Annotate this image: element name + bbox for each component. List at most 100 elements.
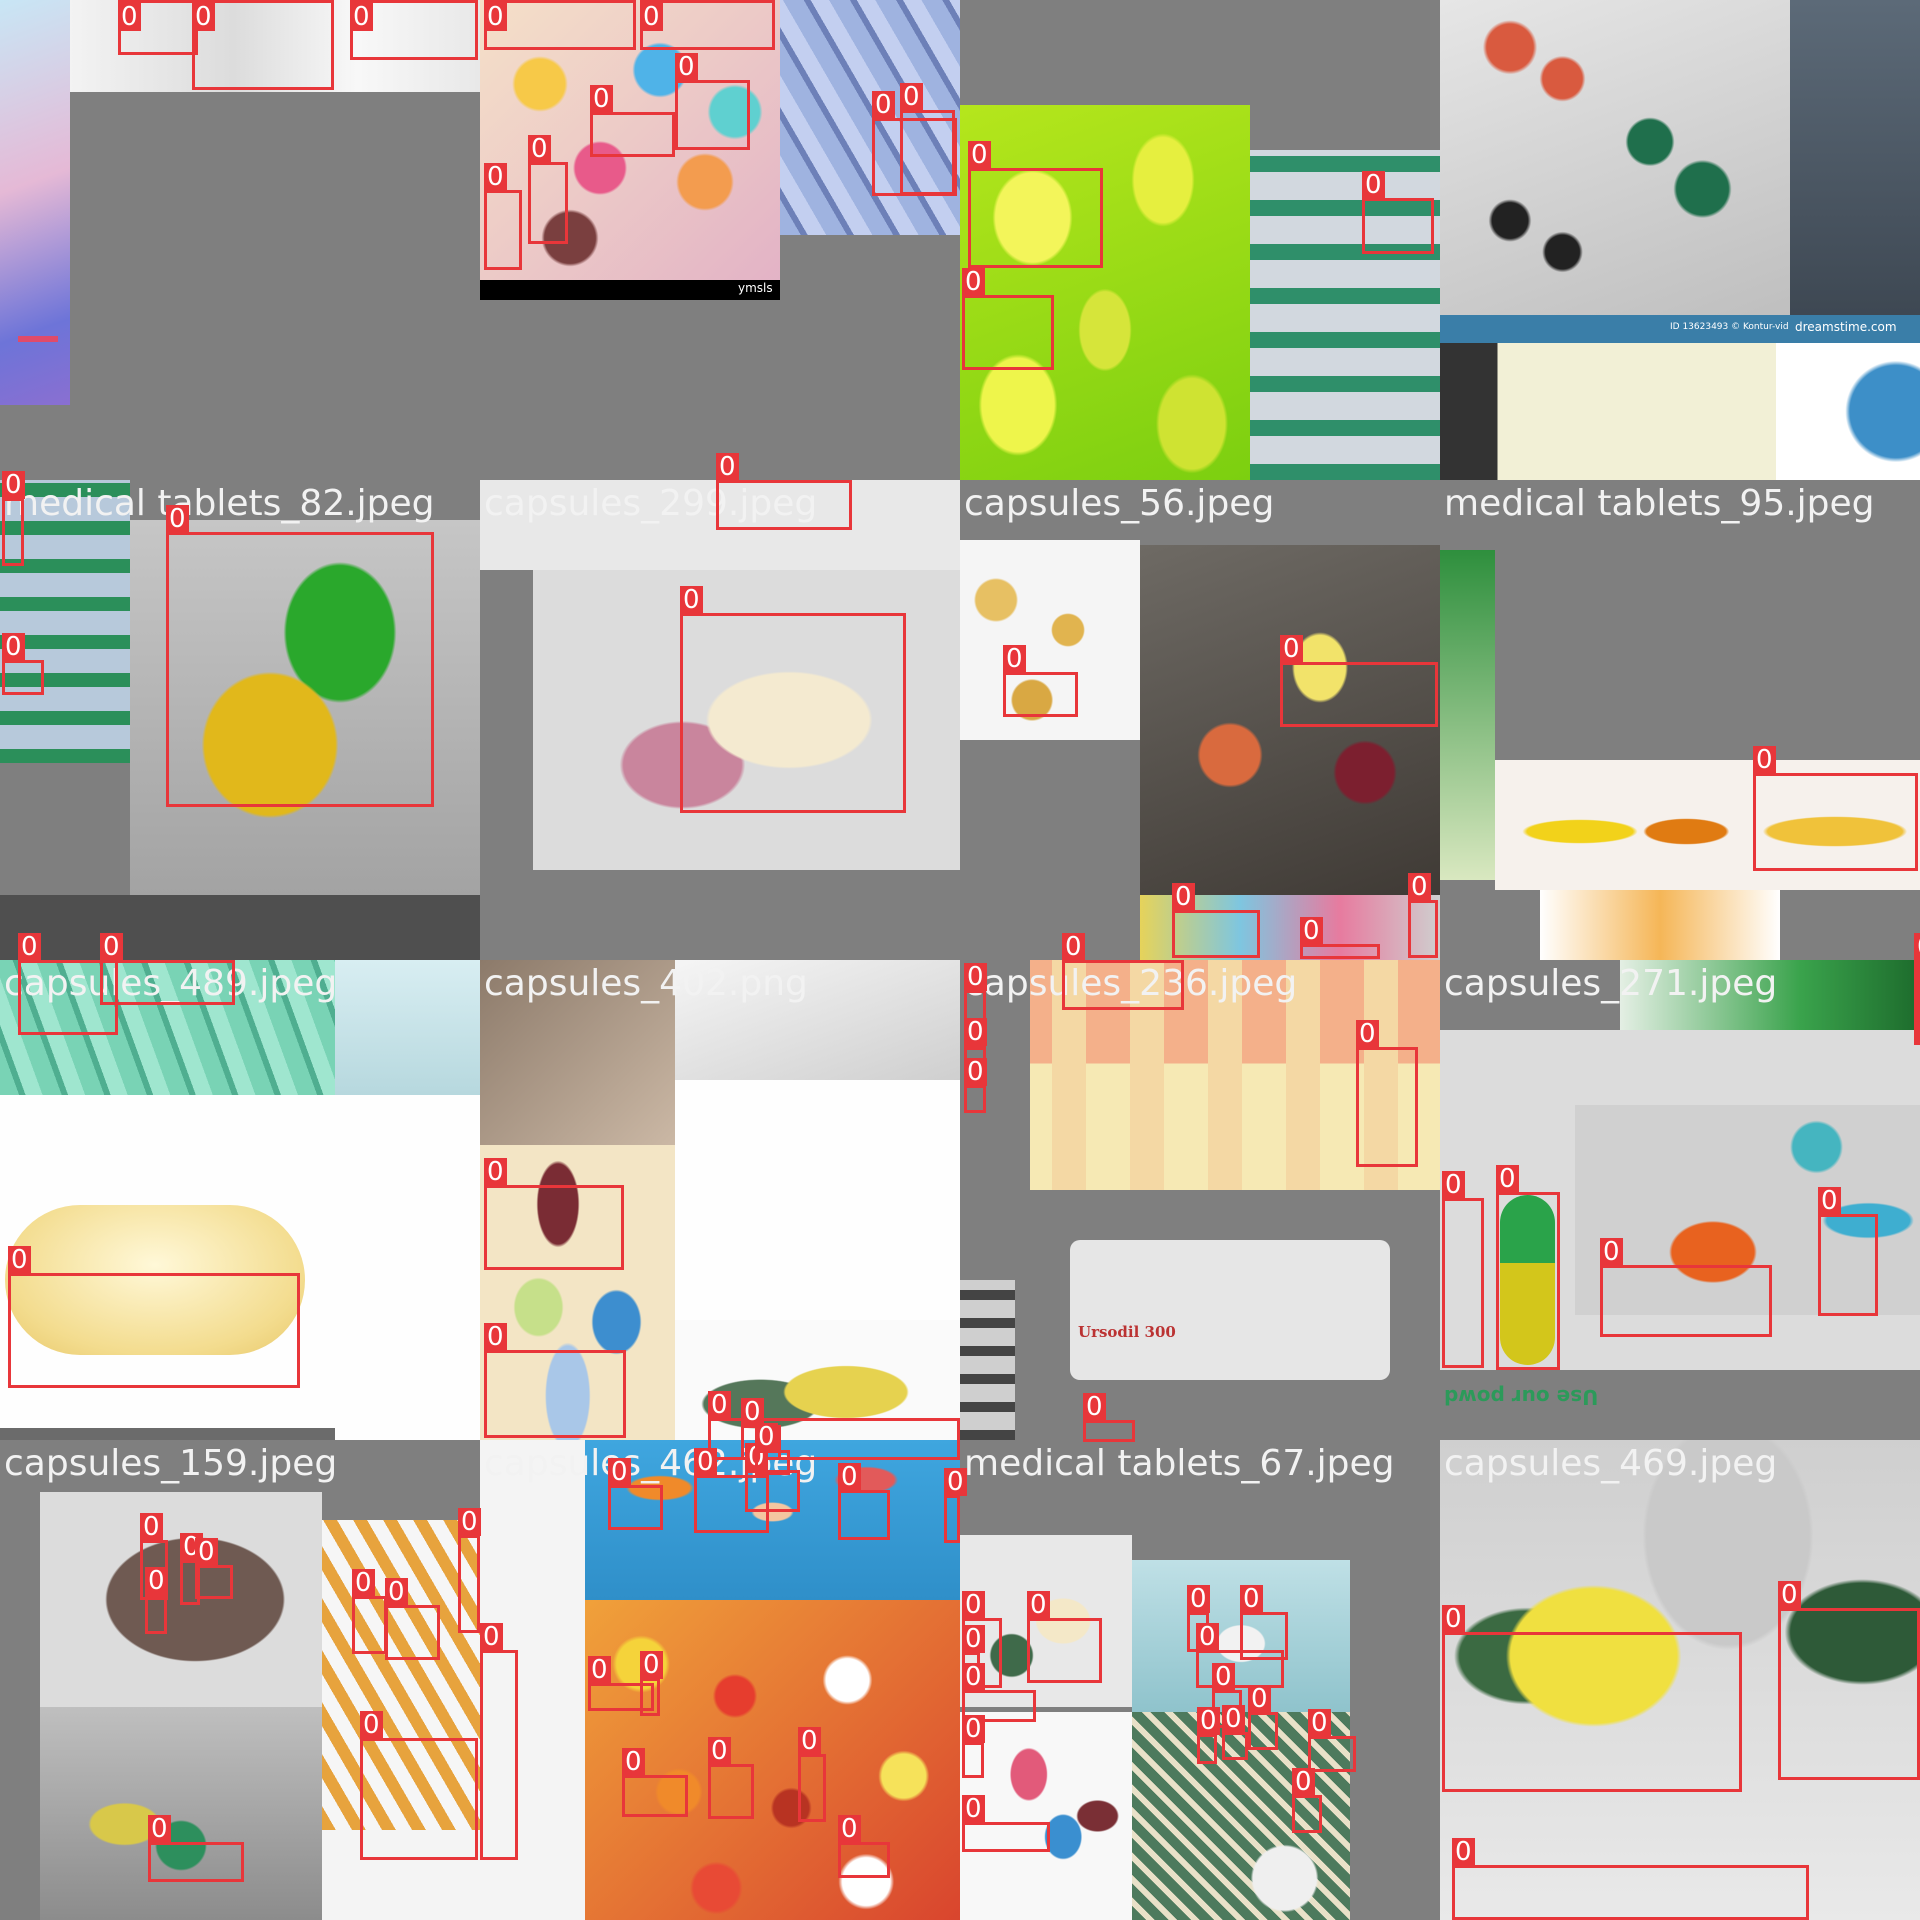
- bounding-box: 0: [484, 1158, 624, 1270]
- class-label: 0: [484, 163, 507, 191]
- class-label: 0: [1442, 1605, 1465, 1633]
- bounding-box: 0: [1442, 1605, 1742, 1792]
- photo-promo-text: Use our powd: [1444, 1385, 1599, 1409]
- class-label: 0: [962, 1663, 985, 1691]
- class-label: 0: [640, 1651, 663, 1679]
- tile-caption: capsules_159.jpeg: [4, 1443, 338, 1484]
- class-label: 0: [1222, 1705, 1245, 1733]
- bounding-box: 0: [1196, 1623, 1284, 1688]
- photo-oil-dropper: [1440, 343, 1920, 480]
- bounding-box: 0: [480, 1623, 518, 1860]
- class-label: 0: [118, 3, 141, 31]
- mosaic-tile: medical tablets_95.jpeg: [1440, 480, 1920, 960]
- class-label: 0: [480, 1623, 503, 1651]
- bounding-box: 0: [1818, 1187, 1878, 1316]
- mosaic-grid: ymsls ID 13623493 © Kontur-vid dreamstim…: [0, 0, 1920, 1920]
- class-label: 0: [962, 1625, 985, 1653]
- bounding-box: 0: [1003, 645, 1078, 717]
- class-label: 0: [1197, 1707, 1220, 1735]
- bounding-box: 0: [458, 1508, 481, 1633]
- bounding-box: 0: [944, 1468, 967, 1543]
- bounding-box: 0: [166, 505, 434, 807]
- class-label: 0: [838, 1463, 861, 1491]
- bounding-box: 0: [484, 0, 636, 50]
- class-label: 0: [148, 1815, 171, 1843]
- class-label: 0: [484, 3, 507, 31]
- class-label: 0: [2, 633, 25, 661]
- class-label: 0: [962, 268, 985, 296]
- class-label: 0: [100, 933, 123, 961]
- class-label: 0: [1442, 1171, 1465, 1199]
- bounding-box: 0: [675, 53, 750, 150]
- photo-dark-strip: [0, 1428, 335, 1440]
- bounding-box: 0: [640, 0, 775, 50]
- class-label: 0: [588, 1656, 611, 1684]
- class-label: 0: [484, 1158, 507, 1186]
- bounding-box: 0: [680, 586, 906, 813]
- class-label: 0: [1914, 933, 1920, 961]
- class-label: 0: [900, 83, 923, 111]
- class-label: 0: [1308, 1709, 1331, 1737]
- bounding-box: 0: [838, 1463, 890, 1540]
- class-label: 0: [708, 1737, 731, 1765]
- tile-caption: medical tablets_82.jpeg: [4, 483, 435, 524]
- class-label: 0: [798, 1727, 821, 1755]
- photo-stock-brand: dreamstime.com: [1795, 320, 1897, 334]
- class-label: 0: [1356, 1020, 1379, 1048]
- bounding-box: 0: [1452, 1838, 1809, 1920]
- bounding-box: 0: [968, 141, 1103, 268]
- photo-dark-band: [0, 895, 480, 960]
- bounding-box: 0: [100, 933, 235, 1005]
- bounding-box: 0: [1172, 883, 1260, 958]
- bounding-box: 0: [352, 1569, 387, 1654]
- photo-dark-wood: [1790, 0, 1920, 315]
- class-label: 0: [1083, 1393, 1106, 1421]
- bounding-box: 0: [1600, 1238, 1772, 1337]
- class-label: 0: [944, 1468, 967, 1496]
- class-label: 0: [1027, 1591, 1050, 1619]
- bounding-box: 0: [350, 0, 478, 60]
- class-label: 0: [716, 453, 739, 481]
- tile-caption: capsules_271.jpeg: [1444, 963, 1778, 1004]
- class-label: 0: [680, 586, 703, 614]
- photo-pills-pink: [0, 0, 70, 405]
- class-label: 0: [192, 3, 215, 31]
- class-label: 0: [708, 1391, 731, 1419]
- bounding-box: 0: [145, 1567, 168, 1634]
- class-label: 0: [1300, 917, 1323, 945]
- class-label: 0: [1280, 635, 1303, 663]
- class-label: 0: [872, 91, 895, 119]
- class-label: 0: [1818, 1187, 1841, 1215]
- bounding-box: 0: [118, 0, 198, 55]
- class-label: 0: [18, 933, 41, 961]
- bounding-box: 0: [1496, 1165, 1560, 1370]
- class-label: 0: [195, 1538, 218, 1566]
- bounding-box: 0: [590, 85, 675, 157]
- class-label: 0: [1212, 1663, 1235, 1691]
- photo-bottle-orange: [1540, 890, 1780, 960]
- bounding-box: 0: [1280, 635, 1438, 727]
- photo-green-leaves: [1440, 550, 1495, 880]
- class-label: 0: [352, 1569, 375, 1597]
- class-label: 0: [350, 3, 373, 31]
- class-label: 0: [694, 1448, 717, 1476]
- bounding-box: 0: [385, 1578, 440, 1660]
- bounding-box: 0: [1914, 933, 1920, 1045]
- class-label: 0: [458, 1508, 481, 1536]
- class-label: 0: [528, 135, 551, 163]
- bounding-box: 0: [872, 91, 957, 196]
- bounding-box: 0: [1027, 1591, 1102, 1683]
- photo-watermark-bar: [480, 280, 780, 300]
- class-label: 0: [590, 85, 613, 113]
- photo-capsule-gray: [40, 1707, 322, 1920]
- class-label: 0: [962, 1795, 985, 1823]
- bounding-box: 0: [962, 1715, 985, 1778]
- tile-caption: capsules_56.jpeg: [964, 483, 1275, 524]
- bounding-box: 0: [192, 0, 334, 90]
- tile-caption: capsules_402.png: [484, 963, 808, 1004]
- bounding-box: 0: [708, 1737, 754, 1819]
- class-label: 0: [608, 1458, 631, 1486]
- photo-pink-band: [18, 336, 58, 342]
- class-label: 0: [1452, 1838, 1475, 1866]
- bounding-box: 0: [2, 633, 44, 695]
